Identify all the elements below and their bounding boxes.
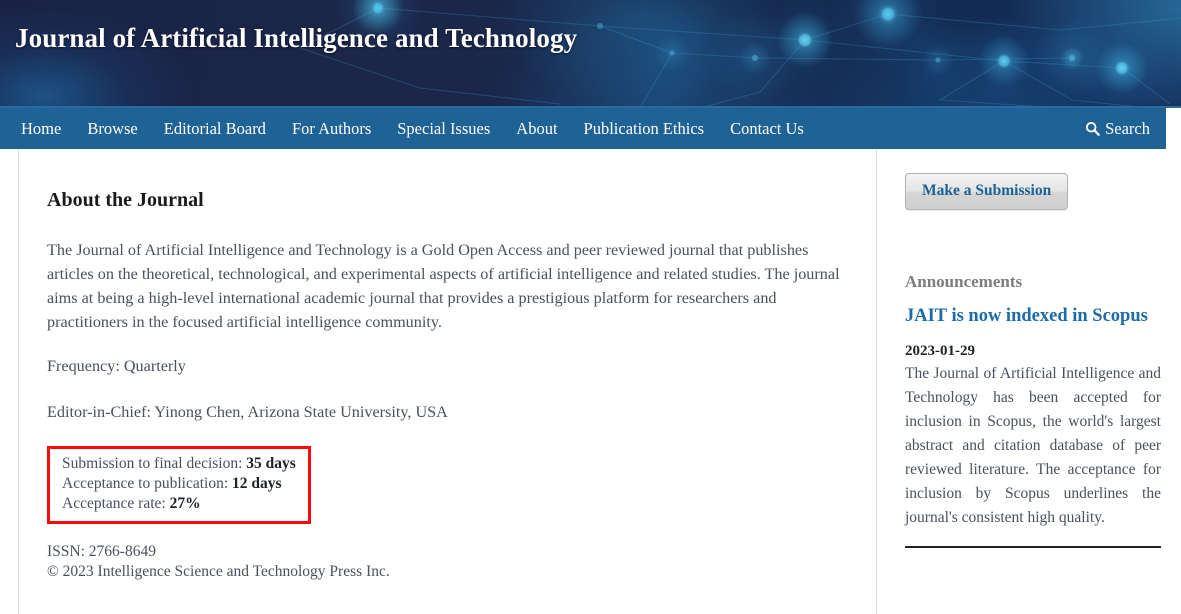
editor-in-chief-line: Editor-in-Chief: Yinong Chen, Arizona St…	[47, 403, 448, 421]
metric-value: 12 days	[232, 475, 282, 492]
metric-value: 27%	[169, 495, 201, 512]
issn-line: ISSN: 2766-8649	[47, 543, 156, 560]
primary-navigation: Home Browse Editorial Board For Authors …	[0, 108, 1166, 149]
search-icon	[1085, 121, 1100, 136]
announcement-body: The Journal of Artificial Intelligence a…	[905, 365, 1161, 526]
nav-item-for-authors[interactable]: For Authors	[279, 108, 384, 149]
metric-label: Acceptance rate:	[62, 495, 166, 512]
nav-item-publication-ethics[interactable]: Publication Ethics	[571, 108, 718, 149]
metric-value: 35 days	[246, 455, 296, 472]
site-title: Journal of Artificial Intelligence and T…	[15, 23, 578, 53]
frequency-line: Frequency: Quarterly	[47, 357, 186, 375]
banner-network-lines	[298, 3, 1181, 108]
nav-item-contact-us[interactable]: Contact Us	[717, 108, 817, 149]
copyright-line: © 2023 Intelligence Science and Technolo…	[47, 563, 390, 580]
page-title: About the Journal	[47, 189, 204, 211]
nav-item-browse[interactable]: Browse	[74, 108, 150, 149]
announcement-title-link[interactable]: JAIT is now indexed in Scopus	[905, 306, 1161, 327]
nav-item-special-issues[interactable]: Special Issues	[384, 108, 503, 149]
journal-imprint: ISSN: 2766-8649 © 2023 Intelligence Scie…	[47, 542, 846, 582]
journal-metrics-box: Submission to final decision: 35 days Ac…	[47, 446, 311, 524]
sidebar: Make a Submission Announcements JAIT is …	[877, 149, 1181, 614]
site-header: Journal of Artificial Intelligence and T…	[0, 0, 1181, 108]
make-a-submission-button[interactable]: Make a Submission	[905, 173, 1069, 210]
search-button[interactable]: Search	[1081, 108, 1154, 149]
metric-row-acceptance-rate: Acceptance rate: 27%	[62, 494, 296, 514]
metric-row-acceptance-to-publication: Acceptance to publication: 12 days	[62, 474, 296, 494]
page-body: About the Journal The Journal of Artific…	[0, 149, 1181, 614]
nav-item-editorial-board[interactable]: Editorial Board	[151, 108, 279, 149]
journal-description: The Journal of Artificial Intelligence a…	[47, 241, 840, 331]
metric-label: Submission to final decision:	[62, 455, 243, 472]
metric-row-submission-to-decision: Submission to final decision: 35 days	[62, 454, 296, 474]
metric-label: Acceptance to publication:	[62, 475, 229, 492]
nav-item-home[interactable]: Home	[8, 108, 74, 149]
sidebar-divider	[905, 546, 1161, 548]
search-label: Search	[1105, 119, 1150, 138]
nav-item-about[interactable]: About	[503, 108, 570, 149]
announcements-heading: Announcements	[905, 272, 1023, 291]
main-content: About the Journal The Journal of Artific…	[18, 149, 877, 614]
announcement-date: 2023-01-29	[905, 343, 975, 359]
